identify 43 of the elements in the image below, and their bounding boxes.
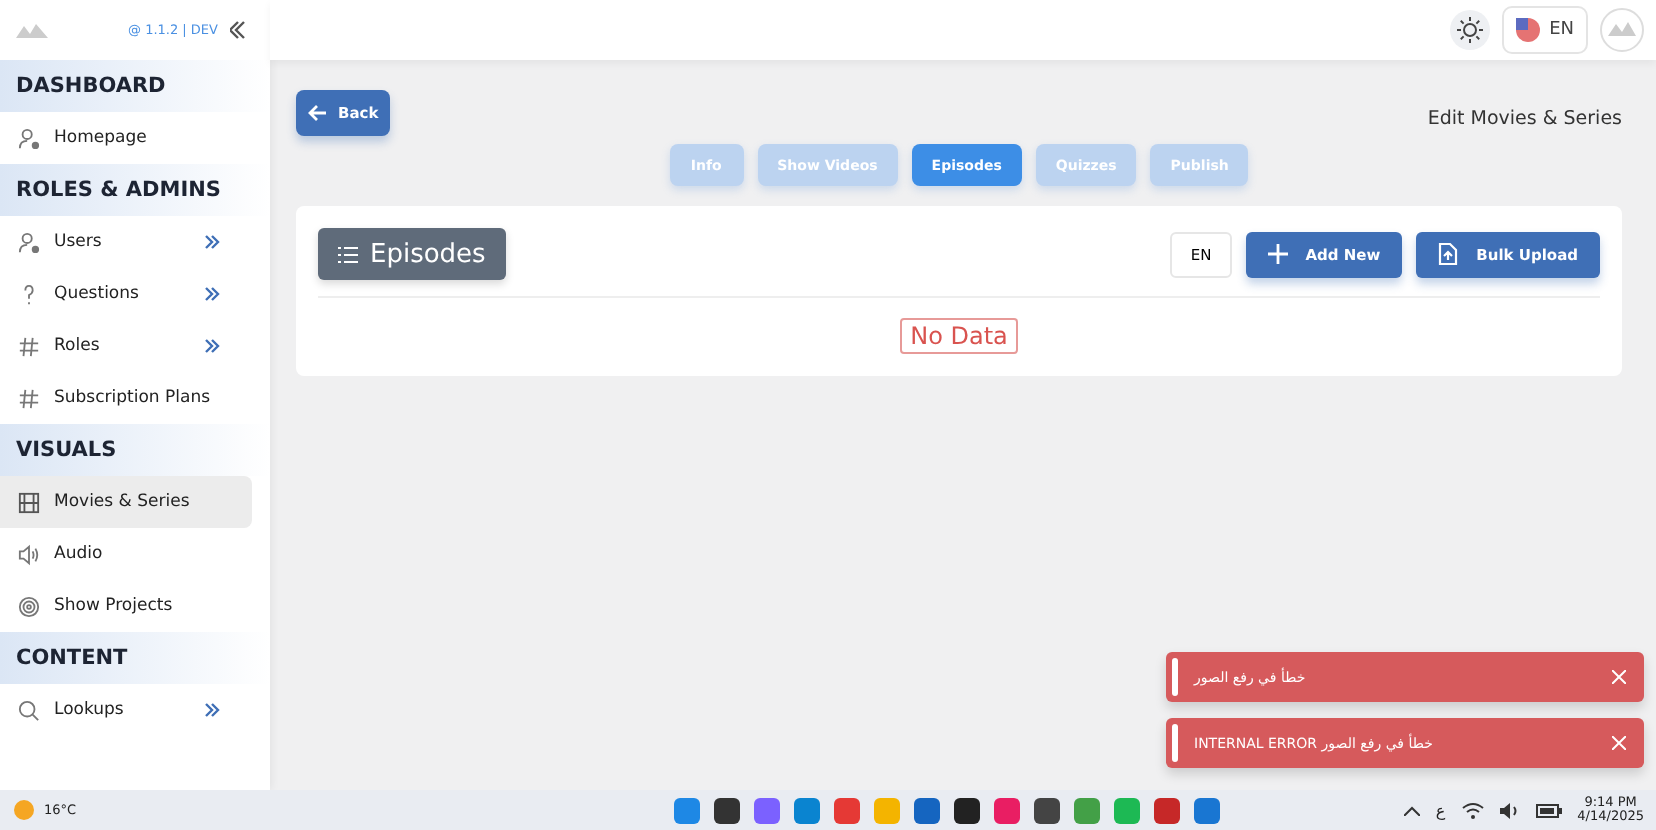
film-icon bbox=[18, 491, 40, 513]
sidebar-item[interactable]: Subscription Plans bbox=[0, 372, 252, 424]
hash-icon bbox=[18, 387, 40, 409]
sun-icon[interactable] bbox=[1449, 10, 1490, 50]
sidebar-item[interactable]: Lookups bbox=[0, 684, 252, 736]
section-heading: CONTENT bbox=[0, 632, 270, 684]
language-button[interactable]: EN bbox=[1501, 6, 1588, 54]
app-icon[interactable] bbox=[954, 797, 981, 823]
arrow-left-icon bbox=[308, 104, 328, 122]
speaker-icon[interactable] bbox=[1499, 801, 1520, 819]
app-icon[interactable] bbox=[1034, 797, 1061, 823]
user-icon bbox=[18, 231, 40, 253]
sidebar-item[interactable]: Movies & Series bbox=[0, 476, 252, 528]
app-icon[interactable] bbox=[714, 797, 741, 823]
sidebar-item[interactable]: Roles bbox=[0, 320, 252, 372]
section-heading: ROLES & ADMINS bbox=[0, 164, 270, 216]
list-icon bbox=[338, 245, 358, 263]
file-upload-icon bbox=[1438, 242, 1459, 266]
sidebar-item[interactable]: Questions bbox=[0, 268, 252, 320]
collapse-icon[interactable] bbox=[230, 20, 246, 40]
hash-icon bbox=[18, 335, 40, 357]
flag-icon bbox=[1515, 18, 1540, 42]
user-icon bbox=[18, 127, 40, 149]
logo-icon bbox=[16, 22, 48, 38]
logo-icon bbox=[1600, 8, 1644, 52]
input-language-label[interactable]: ع bbox=[1435, 801, 1446, 819]
section-heading: VISUALS bbox=[0, 424, 270, 476]
audio-icon bbox=[18, 543, 40, 565]
section-heading: DASHBOARD bbox=[0, 60, 270, 112]
wifi-icon[interactable] bbox=[1461, 801, 1484, 819]
chevron-up-icon[interactable] bbox=[1403, 805, 1420, 815]
battery-icon[interactable] bbox=[1535, 803, 1562, 817]
plus-icon bbox=[1267, 244, 1288, 264]
close-icon[interactable] bbox=[1612, 736, 1626, 750]
panel-title: Episodes bbox=[318, 228, 506, 280]
sidebar-item[interactable]: Homepage bbox=[0, 112, 252, 164]
close-icon[interactable] bbox=[1612, 670, 1626, 684]
target-icon bbox=[18, 595, 40, 617]
sidebar-item[interactable]: Users bbox=[0, 216, 252, 268]
sidebar-item[interactable]: Audio bbox=[0, 528, 252, 580]
sidebar-item[interactable]: Show Projects bbox=[0, 580, 252, 632]
no-data-label: No Data bbox=[900, 318, 1018, 354]
page-title: Edit Movies & Series bbox=[1427, 108, 1622, 130]
